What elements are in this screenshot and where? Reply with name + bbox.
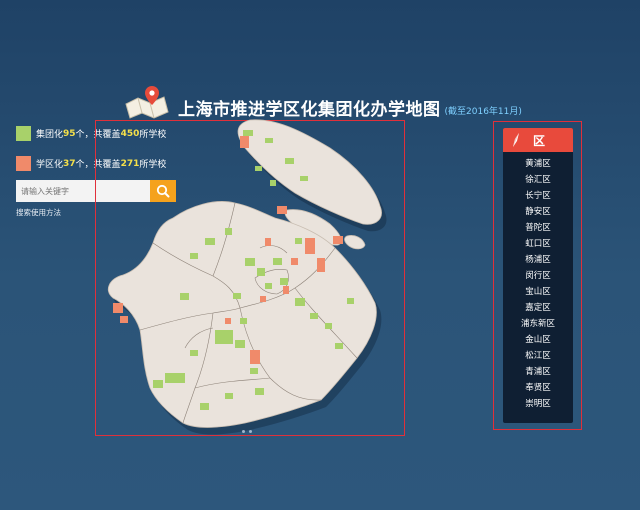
district-item[interactable]: 闵行区 [503,268,573,284]
map-pagination[interactable] [242,430,252,433]
district-panel-header: 区 [503,128,573,152]
district-item[interactable]: 徐汇区 [503,172,573,188]
district-panel-title: 区 [533,134,546,148]
district-panel: 区 黄浦区 徐汇区 长宁区 静安区 普陀区 虹口区 杨浦区 闵行区 宝山区 嘉定区 浦东新区 金山区松… [503,128,573,423]
compass-icon [513,133,519,147]
district-item[interactable]: 普陀区 [503,220,573,236]
district-item[interactable]: 杨浦区 [503,252,573,268]
hengsha-island[interactable] [344,235,366,250]
search-help-link[interactable]: 搜索使用方法 [16,207,61,218]
district-item[interactable]: 松江区 [503,348,573,364]
page-title: 上海市推进学区化集团化办学地图 [178,100,441,120]
page-subtitle: (截至2016年11月) [444,107,522,117]
legend-district-swatch [16,156,31,171]
district-item[interactable]: 青浦区 [503,364,573,380]
legend-group-swatch [16,126,31,141]
legend-district-count: 37 [63,158,76,169]
shanghai-map[interactable] [95,118,400,438]
chongming-island[interactable] [237,119,382,225]
district-item[interactable]: 金山区 [503,332,573,348]
district-item[interactable]: 静安区 [503,204,573,220]
map-pin-icon [124,84,170,120]
district-item[interactable]: 黄浦区 [503,156,573,172]
district-item[interactable]: 长宁区 [503,188,573,204]
district-item[interactable]: 浦东新区 [503,316,573,332]
legend-group-count: 95 [63,128,76,139]
district-item[interactable]: 崇明区 [503,396,573,412]
district-item[interactable]: 虹口区 [503,236,573,252]
page-header: 上海市推进学区化集团化办学地图 (截至2016年11月) [124,84,522,120]
legend-group-prefix: 集团化 [36,130,64,140]
district-item[interactable]: 宝山区 [503,284,573,300]
district-item[interactable]: 嘉定区 [503,300,573,316]
district-item[interactable]: 奉贤区 [503,380,573,396]
legend-district-prefix: 学区化 [36,160,64,170]
district-list: 黄浦区 徐汇区 长宁区 静安区 普陀区 虹口区 杨浦区 闵行区 宝山区 嘉定区 浦东新区 金山区 松江区… [503,156,573,412]
